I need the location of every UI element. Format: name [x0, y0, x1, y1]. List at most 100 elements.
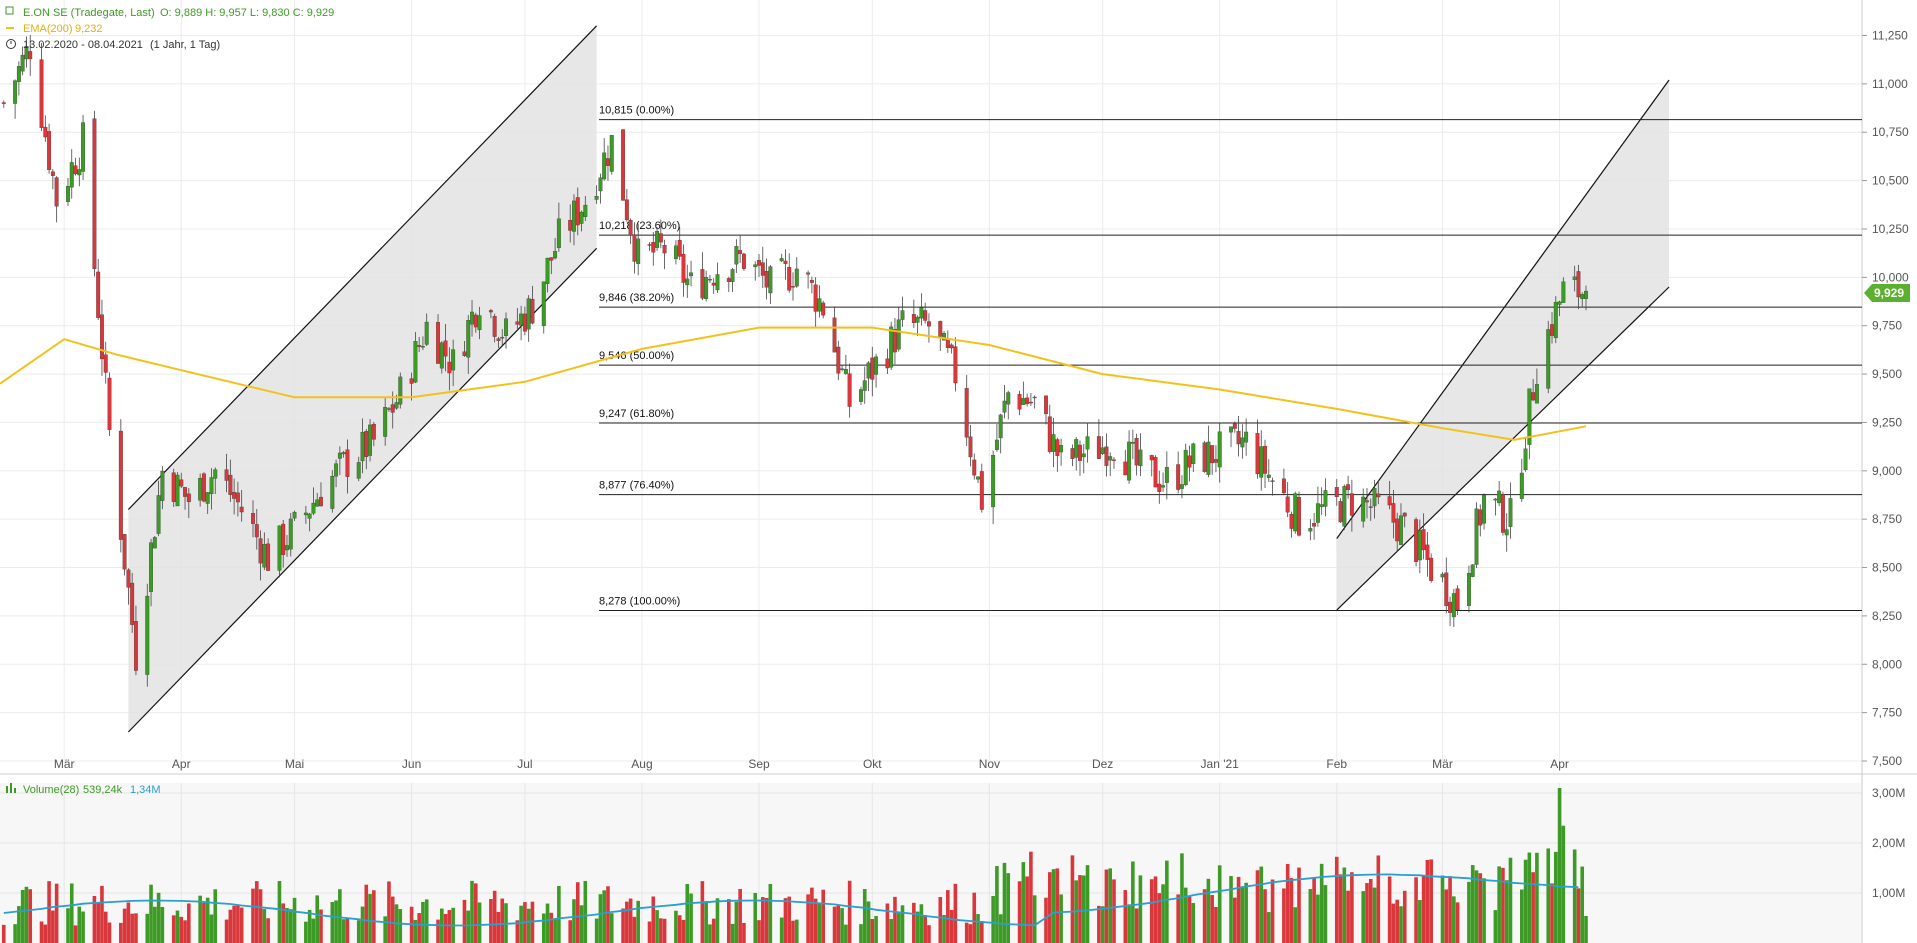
candle-body [1466, 573, 1471, 606]
candle-body [575, 197, 580, 226]
x-tick-label: Feb [1326, 757, 1347, 771]
volume-bar [677, 915, 682, 943]
volume-bar [1240, 887, 1245, 943]
volume-bar [1270, 879, 1275, 943]
candle-body [711, 282, 716, 286]
volume-bar [1006, 873, 1011, 943]
volume-bar [1493, 910, 1498, 943]
candle-body [685, 278, 690, 286]
candle-body [794, 268, 799, 287]
volume-bar [122, 908, 127, 943]
candle-body [20, 54, 25, 72]
candle-body [972, 459, 977, 476]
candle-body [386, 408, 391, 410]
candle-body [624, 199, 629, 221]
candle-body [1244, 431, 1249, 443]
candle-body [239, 506, 244, 513]
volume-bar [794, 919, 799, 943]
candle-body [118, 430, 123, 540]
volume-bar [1059, 894, 1063, 943]
volume-bar [1308, 888, 1313, 943]
candle-body [462, 351, 467, 356]
candle-body [307, 513, 312, 519]
candle-body [658, 233, 663, 243]
volume-bar [889, 918, 893, 943]
candle-body [1580, 294, 1585, 299]
volume-bar [334, 900, 338, 943]
candle-body [73, 165, 78, 175]
volume-bar [1217, 865, 1222, 943]
fib-label: 9,846 (38.20%) [599, 292, 674, 304]
volume-bar [557, 885, 561, 943]
candle-body [1213, 459, 1218, 463]
volume-bar [651, 896, 656, 943]
candle-body [1217, 431, 1222, 468]
chart-root: 10,815 (0.00%) 10,218 (23.60%) 9,846 (38.2… [0, 0, 1917, 943]
candle-body [175, 474, 180, 507]
candle-body [258, 538, 263, 564]
candle-body [492, 316, 497, 337]
volume-bar [1576, 888, 1581, 943]
y-tick-label: 11,250 [1872, 29, 1908, 43]
volume-bar [704, 901, 708, 943]
volume-bar [1104, 869, 1109, 943]
candle-body [1508, 498, 1513, 527]
volume-bar [836, 905, 841, 943]
volume-bar [874, 916, 878, 943]
candle-body [1417, 530, 1422, 561]
candle-body [1085, 436, 1090, 450]
candle-body [1236, 431, 1241, 445]
volume-bar [258, 889, 263, 943]
candle-body [813, 284, 818, 312]
volume-bar [636, 900, 640, 943]
volume-bar [54, 883, 59, 943]
candle-body [16, 66, 21, 82]
volume-bar [1550, 883, 1554, 943]
volume-bar [24, 886, 29, 943]
volume-bar [1289, 878, 1294, 943]
volume-bar [1051, 869, 1056, 943]
candle-body [262, 544, 267, 568]
volume-bar [730, 923, 735, 943]
candle-body [598, 177, 603, 192]
volume-bar [466, 910, 471, 943]
volume-bar [1, 924, 6, 943]
candle-body [662, 245, 667, 254]
volume-bar [919, 904, 924, 943]
y-tick-label: 8,750 [1872, 512, 1902, 526]
candle-body [919, 307, 924, 319]
volume-bar [942, 915, 946, 943]
candle-body [976, 476, 980, 480]
candle-body [477, 315, 482, 331]
volume-bar [659, 918, 663, 943]
volume-bar [768, 883, 773, 943]
candle-body [1130, 441, 1135, 444]
candle-body [1414, 519, 1419, 562]
volume-bar [594, 918, 599, 943]
volume-bar [787, 896, 792, 943]
candle-body [1421, 529, 1426, 551]
volume-bar [292, 897, 297, 943]
candle-body [843, 369, 848, 374]
volume-bar [1425, 860, 1430, 943]
volume-bar [1282, 888, 1286, 943]
candle-body [764, 271, 769, 288]
volume-bar [130, 913, 134, 943]
volume-bar [1478, 873, 1483, 943]
volume-bar [810, 887, 814, 943]
volume-bar [862, 889, 867, 943]
candle-body [1138, 449, 1143, 467]
volume-bar [1032, 895, 1037, 943]
volume-bar [175, 910, 180, 943]
volume-bar [655, 910, 659, 943]
candle-body [28, 51, 33, 60]
volume-bar [1414, 877, 1418, 943]
candle-body [734, 246, 739, 265]
candle-body [1493, 498, 1498, 501]
candle-body [1059, 445, 1064, 453]
candle-body [636, 238, 641, 264]
candle-body [390, 404, 395, 413]
candle-body [836, 346, 841, 374]
volume-bar [1312, 877, 1316, 943]
candle-body [1470, 564, 1475, 577]
